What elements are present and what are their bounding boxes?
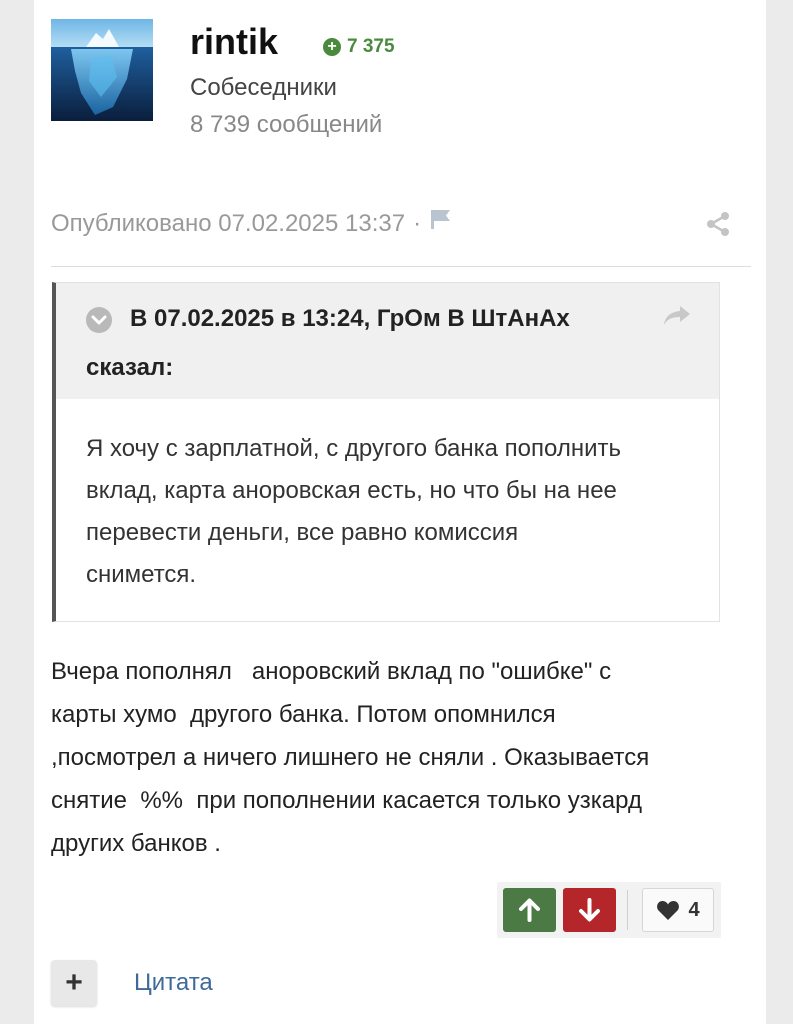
quote-header: В 07.02.2025 в 13:24, ГрОм В ШтАнАх сказ…	[56, 283, 719, 399]
quote-line: снимется.	[86, 561, 197, 588]
divider	[51, 266, 751, 267]
post-line: карты хумо другого банка. Потом опомнилс…	[51, 701, 556, 728]
meta-separator: ·	[413, 210, 422, 237]
post-meta: Опубликовано 07.02.2025 13:37 ·	[51, 207, 453, 241]
reputation-badge: + 7 375	[323, 35, 395, 59]
iceberg-avatar	[51, 19, 153, 121]
quote-link[interactable]: Цитата	[134, 966, 213, 1000]
author-name[interactable]: rintik	[190, 20, 278, 64]
reaction-separator	[627, 890, 628, 930]
like-count: 4	[688, 898, 700, 921]
avatar[interactable]	[51, 19, 153, 121]
quote-block: В 07.02.2025 в 13:24, ГрОм В ШтАнАх сказ…	[52, 282, 720, 622]
quote-line: Я хочу с зарплатной, с другого банка поп…	[86, 435, 621, 462]
published-date: Опубликовано 07.02.2025 13:37	[51, 210, 406, 237]
chevron-down-icon[interactable]	[86, 307, 112, 333]
quote-content: Я хочу с зарплатной, с другого банка поп…	[86, 428, 696, 596]
post-body: Вчера пополнял аноровский вклад по "ошиб…	[51, 650, 741, 865]
author-group: Собеседники	[190, 74, 337, 101]
arrow-up-icon	[519, 898, 540, 922]
quote-citation: В 07.02.2025 в 13:24, ГрОм В ШтАнАх	[130, 305, 570, 332]
like-button[interactable]: 4	[642, 888, 714, 932]
downvote-button[interactable]	[563, 888, 616, 932]
flag-icon[interactable]	[429, 207, 453, 241]
quote-line: вклад, карта аноровская есть, но что бы …	[86, 477, 617, 504]
upvote-button[interactable]	[503, 888, 556, 932]
share-icon[interactable]	[705, 211, 731, 237]
author-post-count: 8 739 сообщений	[190, 111, 383, 138]
reaction-bar: 4	[497, 882, 721, 938]
reputation-value: 7 375	[347, 36, 395, 57]
heart-icon	[657, 901, 680, 920]
reply-arrow-icon[interactable]	[662, 303, 692, 329]
post-line: Вчера пополнял аноровский вклад по "ошиб…	[51, 658, 612, 685]
multiquote-add-button[interactable]: +	[51, 960, 97, 1006]
quote-citation-said: сказал:	[86, 354, 174, 381]
plus-circle-icon: +	[323, 38, 341, 56]
quote-line: перевести деньги, все равно комиссия	[86, 519, 519, 546]
post-line: других банков .	[51, 830, 221, 857]
arrow-down-icon	[579, 898, 600, 922]
post-line: ,посмотрел а ничего лишнего не сняли . О…	[51, 744, 650, 771]
post-line: снятие %% при пополнении касается только…	[51, 787, 642, 814]
